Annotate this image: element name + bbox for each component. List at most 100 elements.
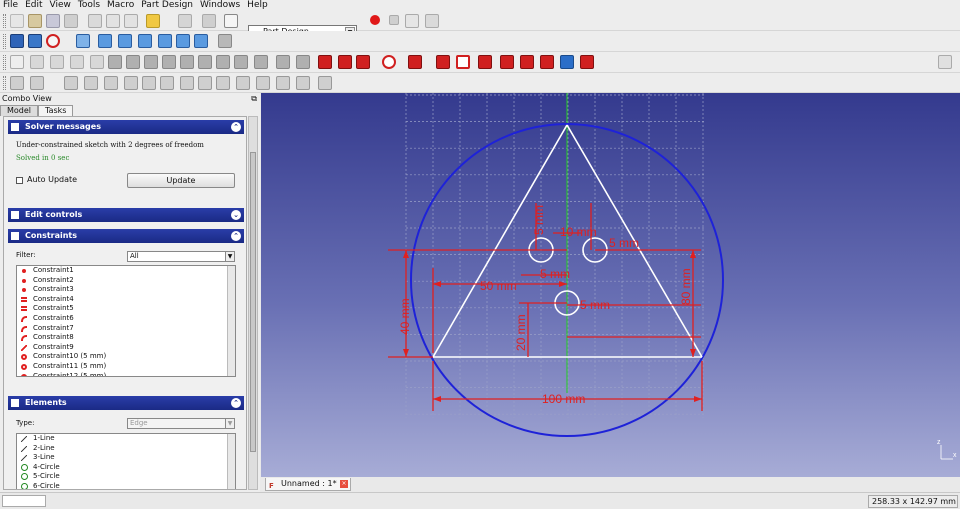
toolbar-grip[interactable] xyxy=(3,76,6,90)
revolution-icon[interactable] xyxy=(144,55,158,69)
toolbar-grip[interactable] xyxy=(3,14,6,28)
groove-icon[interactable] xyxy=(162,55,176,69)
redo-icon[interactable] xyxy=(178,14,192,28)
draw-style-icon[interactable] xyxy=(46,34,60,48)
list-item[interactable]: 1-Line xyxy=(17,434,235,444)
chamfer-icon[interactable] xyxy=(198,55,212,69)
menu-macro[interactable]: Macro xyxy=(107,0,134,11)
toggle-driving-icon[interactable] xyxy=(318,76,332,90)
elements-header[interactable]: Elements ⌃ xyxy=(8,396,244,410)
save-icon[interactable] xyxy=(46,14,60,28)
undock-icon[interactable]: ⧉ xyxy=(251,94,257,104)
filter-select[interactable]: All ▼ xyxy=(127,251,235,262)
fit-selection-icon[interactable] xyxy=(28,34,42,48)
list-item[interactable]: Constraint2 xyxy=(17,276,235,286)
sketch-rectangle-icon[interactable] xyxy=(456,55,470,69)
stop-macro-icon[interactable] xyxy=(389,15,399,25)
dimension-label[interactable]: 5 mm xyxy=(609,236,639,250)
sketch-arc-icon[interactable] xyxy=(356,55,370,69)
scrollbar-thumb[interactable] xyxy=(250,152,256,452)
collapse-icon[interactable]: ⌃ xyxy=(231,231,241,241)
constrain-lock-icon[interactable] xyxy=(198,76,212,90)
sketch-construction-icon[interactable] xyxy=(580,55,594,69)
list-item[interactable]: Constraint11 (5 mm) xyxy=(17,362,235,372)
list-scrollbar[interactable] xyxy=(227,266,235,376)
view-left-icon[interactable] xyxy=(194,34,208,48)
list-item[interactable]: 5-Circle xyxy=(17,472,235,482)
list-item[interactable]: 4-Circle xyxy=(17,463,235,473)
cut-icon[interactable] xyxy=(88,14,102,28)
list-item[interactable]: Constraint5 xyxy=(17,304,235,314)
constrain-vertical-icon[interactable] xyxy=(84,76,98,90)
open-icon[interactable] xyxy=(28,14,42,28)
collapse-icon[interactable]: ⌃ xyxy=(231,122,241,132)
menu-tools[interactable]: Tools xyxy=(78,0,100,11)
sketch-circle-icon[interactable] xyxy=(382,55,396,69)
close-icon[interactable]: × xyxy=(340,480,348,488)
constrain-perpendicular-icon[interactable] xyxy=(124,76,138,90)
sketch-slot-icon[interactable] xyxy=(500,55,514,69)
constrain-coincident-icon[interactable] xyxy=(10,76,24,90)
view-bottom-icon[interactable] xyxy=(176,34,190,48)
dimension-label[interactable]: 5 mm xyxy=(580,298,610,312)
sketch-canvas[interactable]: 100 mm 50 mm 40 mm 20 mm 80 mm 5 mm 5 mm… xyxy=(261,93,960,477)
fillet-icon[interactable] xyxy=(180,55,194,69)
view-front-icon[interactable] xyxy=(98,34,112,48)
task-panel-scrollbar[interactable] xyxy=(248,116,258,490)
constrain-vertical-distance-icon[interactable] xyxy=(236,76,250,90)
elements-list[interactable]: 1-Line 2-Line 3-Line 4-Circle 5-Circle 6-Circ… xyxy=(16,433,236,489)
view-top-icon[interactable] xyxy=(118,34,132,48)
menu-part-design[interactable]: Part Design xyxy=(141,0,193,11)
view-sketch-icon[interactable] xyxy=(70,55,84,69)
constrain-angle-icon[interactable] xyxy=(276,76,290,90)
menu-windows[interactable]: Windows xyxy=(200,0,240,11)
leave-sketch-icon[interactable] xyxy=(50,55,64,69)
constrain-snell-icon[interactable] xyxy=(296,76,310,90)
toolbar-grip[interactable] xyxy=(3,34,6,49)
pocket-icon[interactable] xyxy=(126,55,140,69)
paste-icon[interactable] xyxy=(124,14,138,28)
list-scrollbar[interactable] xyxy=(227,434,235,489)
view-rear-icon[interactable] xyxy=(158,34,172,48)
type-select[interactable]: Edge ▼ xyxy=(127,418,235,429)
collapse-icon[interactable]: ⌃ xyxy=(231,398,241,408)
new-document-icon[interactable] xyxy=(10,14,24,28)
pad-icon[interactable] xyxy=(108,55,122,69)
list-item[interactable]: Constraint6 xyxy=(17,314,235,324)
list-item[interactable]: Constraint1 xyxy=(17,266,235,276)
menu-view[interactable]: View xyxy=(50,0,71,11)
dimension-label[interactable]: 80 mm xyxy=(679,268,693,305)
mirrored-icon[interactable] xyxy=(234,55,248,69)
print-icon[interactable] xyxy=(64,14,78,28)
list-item[interactable]: 3-Line xyxy=(17,453,235,463)
constraints-header[interactable]: Constraints ⌃ xyxy=(8,229,244,243)
constraints-list[interactable]: Constraint1 Constraint2 Constraint3 Constra… xyxy=(16,265,236,377)
auto-update-checkbox[interactable] xyxy=(16,177,23,184)
undo-icon[interactable] xyxy=(146,14,160,28)
sketch-line-icon[interactable] xyxy=(338,55,352,69)
create-sketch-icon[interactable] xyxy=(10,55,24,69)
tab-model[interactable]: Model xyxy=(0,105,39,116)
dimension-label[interactable]: 20 mm xyxy=(514,314,528,351)
fit-all-icon[interactable] xyxy=(10,34,24,48)
toolbar-grip[interactable] xyxy=(3,55,6,70)
list-item[interactable]: Constraint9 xyxy=(17,343,235,353)
dimension-label[interactable]: 5 mm xyxy=(532,205,546,235)
record-macro-icon[interactable] xyxy=(370,15,380,25)
macro-edit-icon[interactable] xyxy=(405,14,419,28)
list-item[interactable]: 2-Line xyxy=(17,444,235,454)
edit-controls-header[interactable]: Edit controls ⌄ xyxy=(8,208,244,222)
constrain-horizontal-distance-icon[interactable] xyxy=(216,76,230,90)
list-item[interactable]: Constraint12 (5 mm) xyxy=(17,372,235,376)
edit-sketch-icon[interactable] xyxy=(30,55,44,69)
constrain-symmetric-icon[interactable] xyxy=(180,76,194,90)
toolbar-overflow-icon[interactable] xyxy=(938,55,952,69)
dimension-label[interactable]: 100 mm xyxy=(542,392,585,406)
view-isometric-icon[interactable] xyxy=(76,34,90,48)
sketch-external-icon[interactable] xyxy=(560,55,574,69)
sketch-trim-icon[interactable] xyxy=(540,55,554,69)
dimension-label[interactable]: 40 mm xyxy=(398,298,412,335)
expand-icon[interactable]: ⌄ xyxy=(231,210,241,220)
solver-messages-header[interactable]: Solver messages ⌃ xyxy=(8,120,244,134)
constrain-parallel-icon[interactable] xyxy=(104,76,118,90)
